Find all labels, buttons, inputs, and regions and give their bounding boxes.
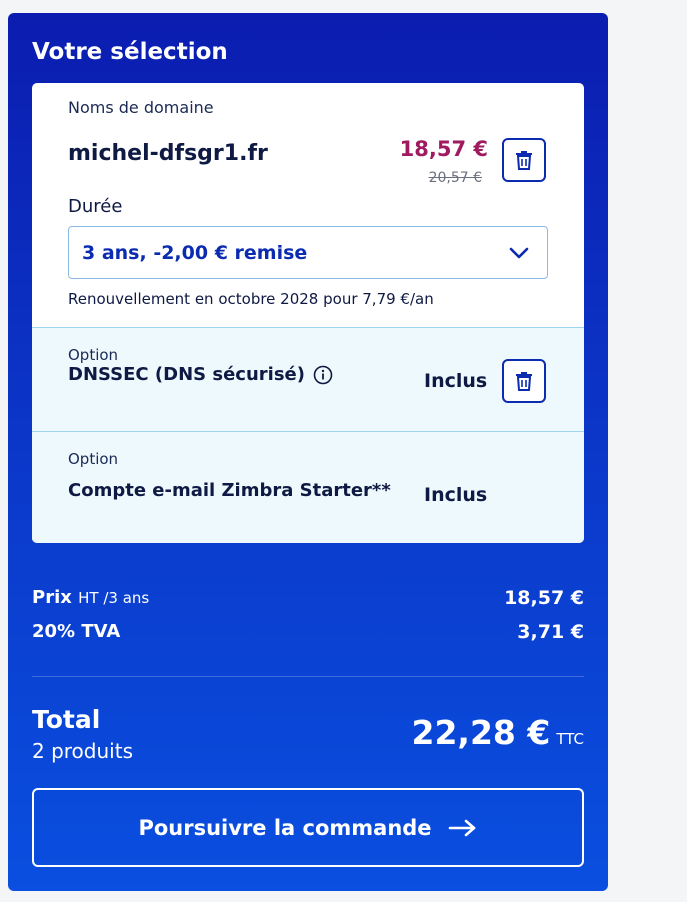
total-label: Total: [32, 705, 101, 734]
arrow-right-icon: [448, 819, 475, 836]
panel-title: Votre sélection: [32, 39, 228, 65]
option-email: Option Compte e-mail Zimbra Starter** In…: [32, 431, 584, 543]
domain-price-discounted: 18,57 €: [399, 137, 488, 161]
continue-order-label: Poursuivre la commande: [138, 815, 432, 840]
duration-select[interactable]: 3 ans, -2,00 € remise: [68, 226, 548, 279]
price-row: Prix HT /3 ans 18,57 €: [32, 587, 584, 613]
option-name-row: DNSSEC (DNS sécurisé): [68, 364, 333, 385]
option-status: Inclus: [424, 370, 488, 392]
total-suffix: TTC: [556, 730, 584, 748]
option-name: DNSSEC (DNS sécurisé): [68, 364, 305, 385]
price-sub-label: HT /3 ans: [78, 589, 150, 607]
total-amount-group: 22,28 € TTC: [412, 713, 585, 752]
renewal-note: Renouvellement en octobre 2028 pour 7,79…: [68, 290, 434, 308]
remove-domain-button[interactable]: [502, 138, 546, 182]
price-label: Prix: [32, 587, 72, 608]
chevron-down-icon: [509, 247, 529, 258]
remove-dnssec-button[interactable]: [502, 359, 546, 403]
price-label-group: Prix HT /3 ans: [32, 587, 149, 608]
trash-icon: [516, 372, 532, 391]
option-kicker: Option: [68, 346, 119, 364]
option-status: Inclus: [424, 484, 488, 506]
total-product-count: 2 produits: [32, 739, 133, 763]
tva-row: 20% TVA 3,71 €: [32, 621, 584, 647]
tva-value: 3,71 €: [517, 621, 584, 643]
domain-section-label: Noms de domaine: [68, 98, 214, 117]
total-amount: 22,28 €: [411, 713, 551, 752]
selection-card: Noms de domaine michel-dfsgr1.fr 18,57 €…: [32, 83, 584, 543]
price-value: 18,57 €: [504, 587, 584, 609]
selection-panel: Votre sélection Noms de domaine michel-d…: [8, 13, 608, 891]
continue-order-button[interactable]: Poursuivre la commande: [32, 788, 584, 867]
divider: [32, 676, 584, 677]
duration-selected-value: 3 ans, -2,00 € remise: [82, 241, 308, 264]
option-name: Compte e-mail Zimbra Starter**: [68, 480, 391, 501]
tva-label: 20% TVA: [32, 621, 121, 642]
trash-icon: [516, 151, 532, 170]
option-kicker: Option: [68, 450, 119, 468]
domain-name: michel-dfsgr1.fr: [68, 141, 268, 166]
info-icon[interactable]: [313, 365, 333, 385]
duration-label: Durée: [68, 196, 123, 217]
domain-price-original: 20,57 €: [428, 170, 482, 186]
